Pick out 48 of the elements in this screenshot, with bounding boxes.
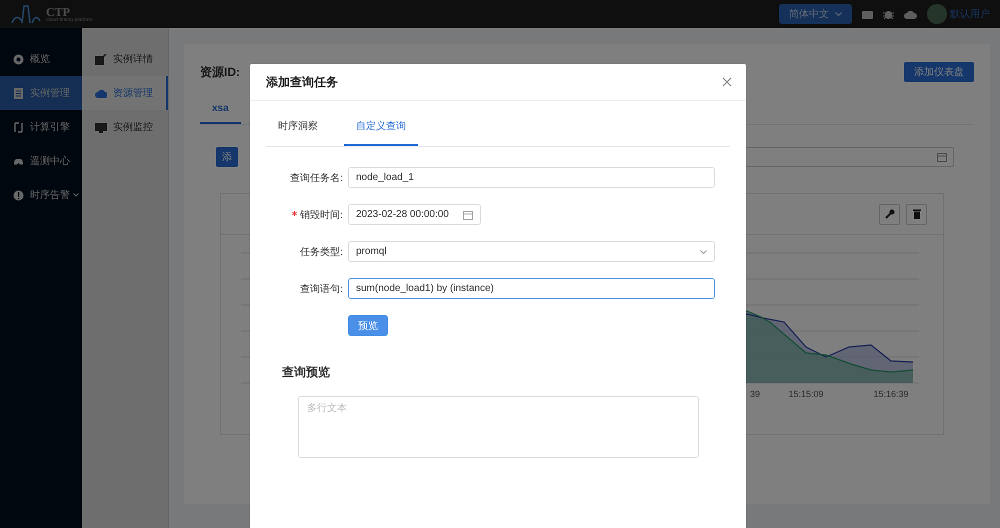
axis-label: 15:16:39 xyxy=(873,389,909,399)
sidebar-item[interactable]: 实例管理 xyxy=(0,76,82,110)
gauge-icon xyxy=(13,54,24,64)
delete-button[interactable] xyxy=(906,204,927,224)
section-heading: 查询预览 xyxy=(282,364,331,381)
field-label: 销毁时间: xyxy=(250,208,343,222)
chevron-down-icon xyxy=(700,250,707,254)
chevron-down-icon xyxy=(73,193,79,197)
tab[interactable]: 时序洞察 xyxy=(266,117,330,144)
doc-icon xyxy=(13,88,24,98)
settings-button[interactable] xyxy=(879,204,900,224)
logo-title: CTP xyxy=(46,6,70,18)
alert-icon xyxy=(13,190,24,200)
text-area[interactable]: sum(node_load1) by (instance) xyxy=(348,278,715,299)
folder-icon[interactable] xyxy=(862,10,873,18)
monitor-icon xyxy=(95,122,108,132)
tab[interactable]: 自定义查询 xyxy=(344,117,418,146)
subnav-item[interactable]: 实例监控 xyxy=(82,110,168,144)
add-button[interactable]: 添 xyxy=(216,147,238,167)
field-label: 任务类型: xyxy=(299,246,343,258)
preview-button[interactable]: 预览 xyxy=(348,315,388,336)
field-label: 查询语句: xyxy=(299,282,343,296)
add-dashboard-button[interactable]: 添加仪表盘 xyxy=(904,62,974,82)
subnav-item[interactable]: 资源管理 xyxy=(82,76,168,110)
date-field[interactable]: 2023-02-28 00:00:00 xyxy=(348,204,481,225)
text-area[interactable]: 多行文本 xyxy=(298,396,699,458)
calendar-icon xyxy=(937,152,947,162)
edit-icon xyxy=(95,54,108,64)
cloud-icon[interactable] xyxy=(904,10,917,18)
chevron-down-icon xyxy=(835,12,842,16)
resource-id-label: 资源ID: xyxy=(200,64,240,80)
field-label: 查询任务名: xyxy=(289,172,343,184)
axis-label: 15:15:09 xyxy=(788,389,824,399)
language-dropdown[interactable]: 简体中文 xyxy=(779,4,852,24)
sidebar-item[interactable]: 时序告警 xyxy=(0,178,82,212)
tab[interactable]: xsa xyxy=(200,100,241,124)
calendar-icon xyxy=(463,210,473,220)
close-icon[interactable] xyxy=(722,77,732,87)
trash-icon xyxy=(912,209,920,219)
dialog-title: 添加查询任务 xyxy=(266,74,338,90)
axis-label: 39 xyxy=(750,389,760,399)
bug-icon[interactable] xyxy=(883,8,894,20)
required-icon xyxy=(292,210,298,216)
select-field[interactable]: promql xyxy=(348,241,715,262)
wrench-icon xyxy=(884,209,894,219)
subnav-item[interactable]: 实例详情 xyxy=(82,42,168,76)
cloud-icon xyxy=(95,88,108,98)
input-field[interactable]: node_load_1 xyxy=(348,167,715,188)
